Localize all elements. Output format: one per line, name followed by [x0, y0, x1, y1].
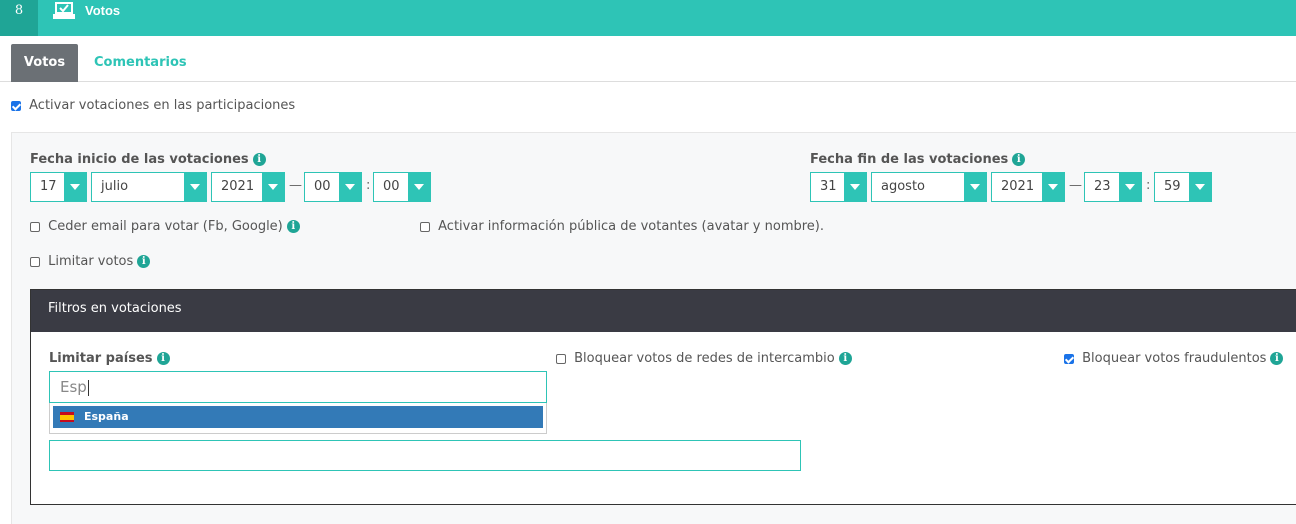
text-caret: [87, 379, 89, 396]
inicio-month-value: julio: [101, 179, 129, 194]
fin-month-value: agosto: [881, 179, 925, 194]
chevron-down-icon: [64, 173, 86, 201]
fecha-inicio-label: Fecha inicio de las votaciones: [30, 152, 249, 167]
inicio-year-value: 2021: [221, 179, 255, 194]
inicio-month-select[interactable]: julio: [91, 172, 207, 202]
date-time-separator: —: [1069, 178, 1082, 193]
inicio-hour-select[interactable]: 00: [304, 172, 362, 202]
country-search-input[interactable]: Esp: [49, 371, 547, 403]
chevron-down-icon: [1189, 173, 1211, 201]
filtros-title: Filtros en votaciones: [31, 290, 1296, 332]
fecha-fin-heading: Fecha fin de las votaciones i: [810, 152, 1026, 167]
suggestion-label: España: [84, 410, 129, 423]
chevron-down-icon: [408, 173, 430, 201]
time-separator: :: [1146, 178, 1151, 193]
tab-bar: Votos Comentarios: [0, 44, 1296, 82]
limitar-paises-heading: Limitar países i: [49, 351, 170, 366]
country-suggestions: España: [49, 403, 547, 434]
fecha-inicio-heading: Fecha inicio de las votaciones i: [30, 152, 266, 167]
chevron-down-icon: [1042, 173, 1064, 201]
info-icon[interactable]: i: [286, 220, 300, 233]
inicio-year-select[interactable]: 2021: [211, 172, 285, 202]
chevron-down-icon: [844, 173, 866, 201]
inicio-minute-select[interactable]: 00: [373, 172, 431, 202]
bloquear-fraudulentos-label: Bloquear votos fraudulentos: [1082, 351, 1267, 366]
inicio-hour-value: 00: [314, 179, 331, 194]
tab-comentarios[interactable]: Comentarios: [94, 44, 187, 82]
tab-votos[interactable]: Votos: [11, 44, 78, 82]
chevron-down-icon: [1119, 173, 1141, 201]
info-icon[interactable]: i: [137, 255, 151, 268]
activar-votaciones-label: Activar votaciones en las participacione…: [29, 98, 296, 113]
info-icon[interactable]: i: [156, 352, 170, 365]
ceder-email-checkbox[interactable]: [30, 221, 40, 232]
ceder-email-label: Ceder email para votar (Fb, Google): [48, 219, 283, 234]
info-publica-label: Activar información pública de votantes …: [438, 219, 824, 234]
inicio-day-value: 17: [40, 179, 57, 194]
secondary-text-input[interactable]: [49, 440, 801, 471]
limitar-votos-checkbox[interactable]: [30, 256, 40, 267]
fin-hour-select[interactable]: 23: [1084, 172, 1142, 202]
fin-day-value: 31: [820, 179, 837, 194]
limitar-votos-label: Limitar votos: [48, 254, 134, 269]
section-title: Votos: [85, 3, 121, 18]
country-search-value: Esp: [60, 378, 87, 396]
info-icon[interactable]: i: [1270, 352, 1284, 365]
time-separator: :: [366, 178, 371, 193]
fin-year-select[interactable]: 2021: [991, 172, 1065, 202]
spain-flag-icon: [60, 412, 74, 422]
bloquear-intercambio-row[interactable]: Bloquear votos de redes de intercambio i: [556, 351, 852, 366]
fin-hour-value: 23: [1094, 179, 1111, 194]
limitar-paises-label: Limitar países: [49, 351, 153, 366]
date-time-separator: —: [289, 178, 302, 193]
chevron-down-icon: [964, 173, 986, 201]
bloquear-intercambio-checkbox[interactable]: [556, 353, 566, 364]
fecha-fin-label: Fecha fin de las votaciones: [810, 152, 1009, 167]
inicio-minute-value: 00: [383, 179, 400, 194]
limitar-votos-row[interactable]: Limitar votos i: [30, 254, 151, 269]
fin-minute-select[interactable]: 59: [1154, 172, 1212, 202]
activar-votaciones-row[interactable]: Activar votaciones en las participacione…: [11, 98, 295, 113]
suggestion-espana[interactable]: España: [53, 406, 543, 428]
inicio-day-select[interactable]: 17: [30, 172, 87, 202]
fin-month-select[interactable]: agosto: [871, 172, 987, 202]
activar-votaciones-checkbox[interactable]: [11, 100, 21, 111]
bloquear-intercambio-label: Bloquear votos de redes de intercambio: [574, 351, 835, 366]
bloquear-fraudulentos-row[interactable]: Bloquear votos fraudulentos i: [1064, 351, 1284, 366]
fin-minute-value: 59: [1164, 179, 1181, 194]
step-number: 8: [0, 0, 38, 36]
ballot-box-icon: [53, 2, 75, 19]
info-icon[interactable]: i: [1012, 153, 1026, 166]
info-icon[interactable]: i: [838, 352, 852, 365]
ceder-email-row[interactable]: Ceder email para votar (Fb, Google) i: [30, 219, 300, 234]
fin-year-value: 2021: [1001, 179, 1035, 194]
info-icon[interactable]: i: [252, 153, 266, 166]
section-header-bar: 8 Votos: [0, 0, 1296, 36]
chevron-down-icon: [262, 173, 284, 201]
fin-day-select[interactable]: 31: [810, 172, 867, 202]
bloquear-fraudulentos-checkbox[interactable]: [1064, 353, 1074, 364]
info-publica-checkbox[interactable]: [420, 221, 430, 232]
chevron-down-icon: [339, 173, 361, 201]
chevron-down-icon: [184, 173, 206, 201]
info-publica-row[interactable]: Activar información pública de votantes …: [420, 219, 824, 234]
